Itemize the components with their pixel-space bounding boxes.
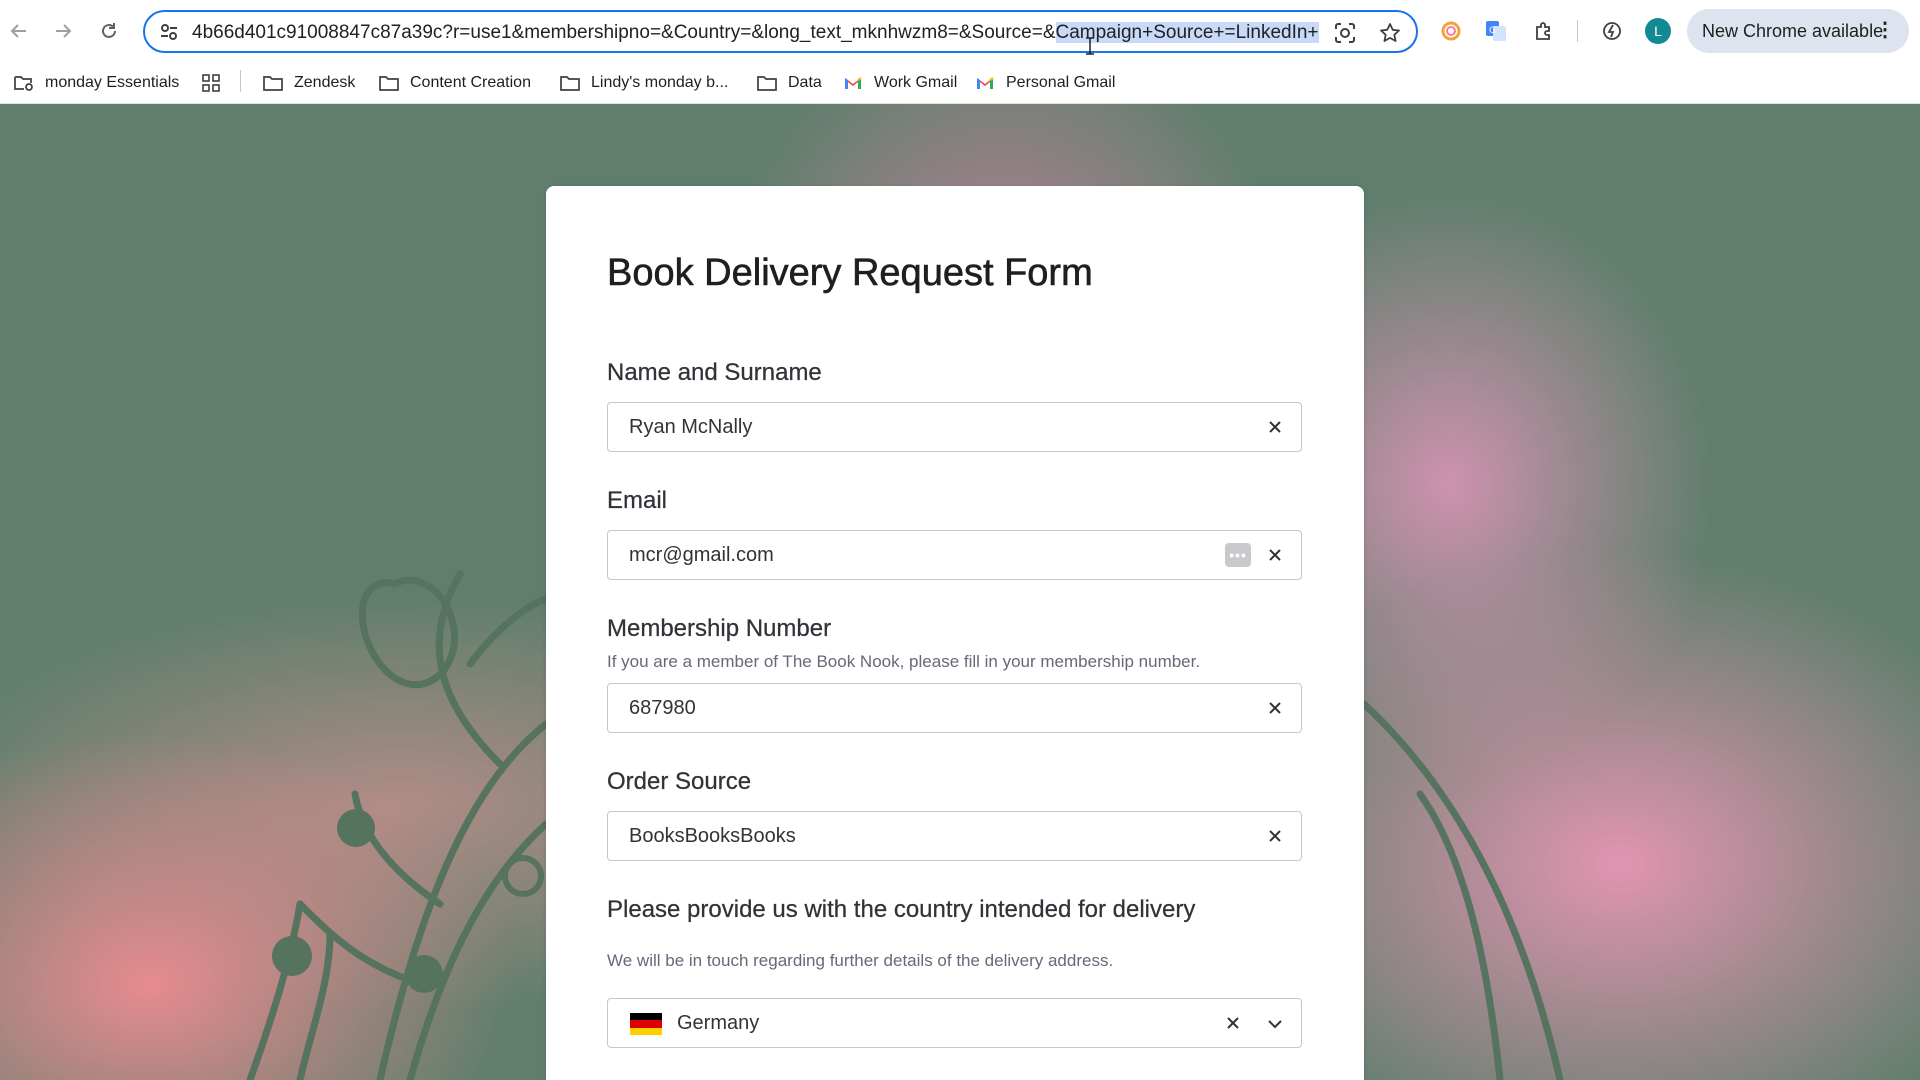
bookmark-label: Work Gmail xyxy=(874,74,958,91)
folder-gear-icon xyxy=(13,73,35,93)
back-icon[interactable] xyxy=(2,14,36,48)
name-label: Name and Surname xyxy=(607,359,822,386)
new-chrome-available-button[interactable]: New Chrome available ⋮ xyxy=(1687,9,1909,53)
bookmark-content-creation[interactable]: Content Creation xyxy=(378,72,531,94)
order-source-label: Order Source xyxy=(607,768,752,795)
bookmark-label: Personal Gmail xyxy=(1006,74,1116,91)
membership-number-field[interactable]: 687980 xyxy=(607,683,1302,733)
chevron-down-icon[interactable] xyxy=(1263,1012,1287,1036)
folder-icon xyxy=(262,73,284,93)
germany-flag-icon xyxy=(630,1013,662,1035)
folder-icon xyxy=(559,73,581,93)
country-label: Please provide us with the country inten… xyxy=(607,896,1196,923)
clear-icon[interactable] xyxy=(1263,543,1287,567)
bookmark-lindys-monday[interactable]: Lindy's monday b... xyxy=(559,72,728,94)
clear-icon[interactable] xyxy=(1221,1011,1245,1035)
bookmark-label: Content Creation xyxy=(410,74,531,91)
bookmark-separator xyxy=(240,70,241,92)
membership-description: If you are a member of The Book Nook, pl… xyxy=(607,652,1201,671)
order-source-field[interactable]: BooksBooksBooks xyxy=(607,811,1302,861)
bookmark-label: Data xyxy=(788,74,822,91)
bookmark-zendesk[interactable]: Zendesk xyxy=(262,72,355,94)
apps-grid-icon xyxy=(200,73,222,93)
url-prefix: 4b66d401c91008847c87a39c?r=use1&membersh… xyxy=(192,22,1056,43)
flag-stripe xyxy=(630,1013,662,1021)
bookmark-label: Lindy's monday b... xyxy=(591,74,729,91)
membership-label: Membership Number xyxy=(607,615,832,642)
forward-icon[interactable] xyxy=(46,14,80,48)
bookmark-label: Zendesk xyxy=(294,74,356,91)
flag-stripe xyxy=(630,1027,662,1035)
folder-icon xyxy=(378,73,400,93)
gmail-icon xyxy=(974,73,996,93)
membership-value: 687980 xyxy=(629,697,696,719)
url-text[interactable]: 4b66d401c91008847c87a39c?r=use1&membersh… xyxy=(192,22,1319,44)
bookmark-personal-gmail[interactable]: Personal Gmail xyxy=(974,72,1115,94)
menu-dots-icon[interactable]: ⋮ xyxy=(1875,20,1895,40)
bookmark-monday-essentials[interactable]: monday Essentials xyxy=(13,72,179,94)
bookmarks-bar: monday Essentials Zendesk Content Creati… xyxy=(0,62,1920,104)
browser-chrome: 4b66d401c91008847c87a39c?r=use1&membersh… xyxy=(0,0,1920,104)
country-dropdown[interactable]: Germany xyxy=(607,998,1302,1048)
country-value: Germany xyxy=(677,1012,760,1034)
star-icon[interactable] xyxy=(1376,19,1404,47)
email-label: Email xyxy=(607,487,668,514)
clear-icon[interactable] xyxy=(1263,415,1287,439)
lens-icon[interactable] xyxy=(1331,19,1359,47)
update-label: New Chrome available xyxy=(1702,20,1884,41)
name-field[interactable]: Ryan McNally xyxy=(607,402,1302,452)
form-title: Book Delivery Request Form xyxy=(607,252,1093,295)
folder-icon xyxy=(756,73,778,93)
browser-toolbar: 4b66d401c91008847c87a39c?r=use1&membersh… xyxy=(0,0,1920,62)
reload-icon[interactable] xyxy=(92,14,126,48)
email-field[interactable]: mcr@gmail.com ••• xyxy=(607,530,1302,580)
form-card: Book Delivery Request Form Name and Surn… xyxy=(546,186,1364,1080)
name-value: Ryan McNally xyxy=(629,416,753,438)
puzzle-icon[interactable] xyxy=(1528,15,1560,47)
email-value: mcr@gmail.com xyxy=(629,544,774,566)
translate-icon[interactable]: G xyxy=(1480,15,1512,47)
bookmark-work-gmail[interactable]: Work Gmail xyxy=(842,72,957,94)
bookmark-label: monday Essentials xyxy=(45,74,180,91)
order-source-value: BooksBooksBooks xyxy=(629,825,796,847)
tune-icon[interactable] xyxy=(158,21,180,43)
country-description: We will be in touch regarding further de… xyxy=(607,951,1114,970)
address-bar[interactable]: 4b66d401c91008847c87a39c?r=use1&membersh… xyxy=(143,10,1418,53)
profile-avatar[interactable]: L xyxy=(1645,18,1671,44)
clear-icon[interactable] xyxy=(1263,824,1287,848)
toolbar-divider xyxy=(1577,20,1578,42)
autofill-icon[interactable]: ••• xyxy=(1225,543,1251,567)
bookmark-apps[interactable] xyxy=(200,72,232,94)
svg-text:G: G xyxy=(1489,26,1496,36)
circle-extension-icon[interactable] xyxy=(1435,15,1467,47)
form-page-background: Book Delivery Request Form Name and Surn… xyxy=(0,104,1920,1080)
bookmark-data[interactable]: Data xyxy=(756,72,822,94)
performance-icon[interactable] xyxy=(1596,15,1628,47)
gmail-icon xyxy=(842,73,864,93)
text-cursor-icon xyxy=(1084,36,1096,56)
clear-icon[interactable] xyxy=(1263,696,1287,720)
flag-stripe xyxy=(630,1020,662,1028)
